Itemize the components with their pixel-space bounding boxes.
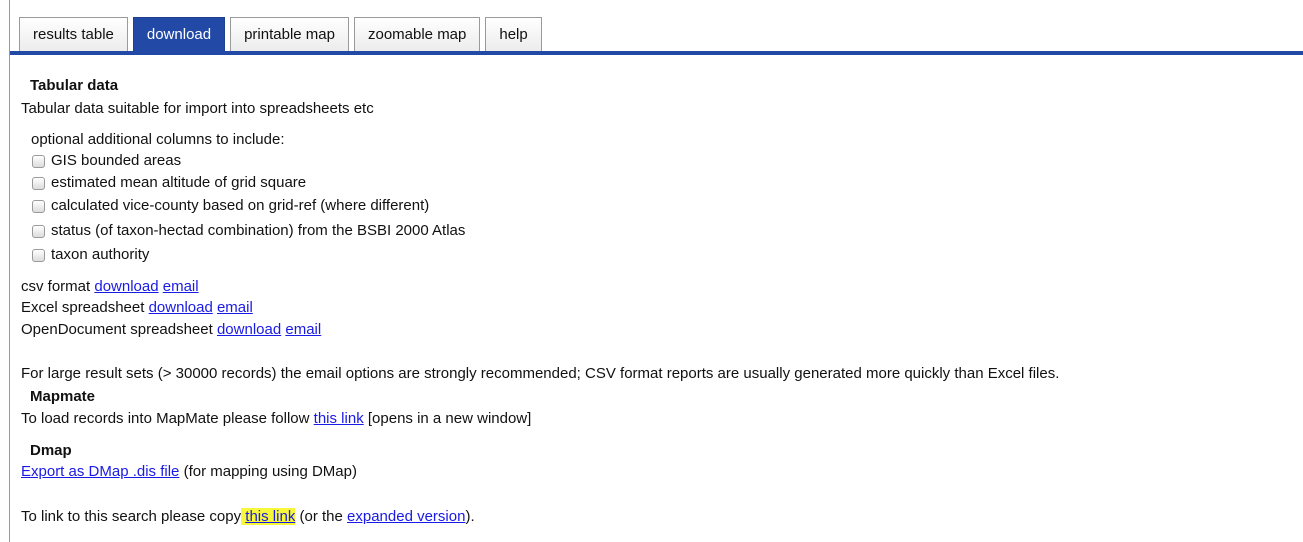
search-link-end: ). xyxy=(465,508,475,525)
search-link-middle: (or the xyxy=(299,508,343,525)
tabular-heading: Tabular data xyxy=(30,77,119,94)
tab-underline-bar xyxy=(10,51,1303,55)
tab-download[interactable]: download xyxy=(132,17,226,51)
option-label: status (of taxon-hectad combination) fro… xyxy=(51,222,466,239)
option-label: calculated vice-county based on grid-ref… xyxy=(51,197,430,214)
format-label: Excel spreadsheet xyxy=(21,299,145,316)
checkbox[interactable] xyxy=(32,224,45,238)
content-frame xyxy=(9,0,1303,542)
excel-download-link[interactable]: download xyxy=(149,299,213,316)
format-row-opendocument: OpenDocument spreadsheet download email xyxy=(21,320,321,340)
tab-results-table[interactable]: results table xyxy=(19,17,128,51)
option-mean-altitude[interactable]: estimated mean altitude of grid square xyxy=(32,173,306,193)
option-gis-bounded-areas[interactable]: GIS bounded areas xyxy=(32,151,181,171)
dmap-note: (for mapping using DMap) xyxy=(183,463,357,480)
optional-columns-label: optional additional columns to include: xyxy=(31,131,285,148)
dmap-heading: Dmap xyxy=(30,442,72,459)
opendocument-email-link[interactable]: email xyxy=(285,321,321,338)
checkbox[interactable] xyxy=(32,176,45,190)
mapmate-heading: Mapmate xyxy=(30,388,96,405)
option-label: GIS bounded areas xyxy=(51,152,182,169)
tabular-description: Tabular data suitable for import into sp… xyxy=(21,100,374,117)
csv-email-link[interactable]: email xyxy=(163,278,199,295)
checkbox[interactable] xyxy=(32,199,45,213)
tab-printable-map[interactable]: printable map xyxy=(230,17,349,51)
search-this-link[interactable]: this link xyxy=(245,508,295,525)
checkbox[interactable] xyxy=(32,248,45,262)
highlight: this link xyxy=(241,508,296,525)
csv-download-link[interactable]: download xyxy=(94,278,158,295)
tab-help[interactable]: help xyxy=(485,17,542,51)
format-row-excel: Excel spreadsheet download email xyxy=(21,298,253,318)
opendocument-download-link[interactable]: download xyxy=(217,321,281,338)
mapmate-row: To load records into MapMate please foll… xyxy=(21,409,531,429)
dmap-export-link[interactable]: Export as DMap .dis file xyxy=(21,463,179,480)
mapmate-note: [opens in a new window] xyxy=(367,410,532,427)
mapmate-link[interactable]: this link xyxy=(314,410,364,427)
expanded-version-link[interactable]: expanded version xyxy=(347,508,465,525)
option-atlas-status[interactable]: status (of taxon-hectad combination) fro… xyxy=(32,221,465,241)
option-vice-county[interactable]: calculated vice-county based on grid-ref… xyxy=(32,196,429,216)
search-link-row: To link to this search please copy this … xyxy=(21,507,475,527)
checkbox[interactable] xyxy=(32,154,45,168)
tab-zoomable-map[interactable]: zoomable map xyxy=(353,17,481,51)
option-taxon-authority[interactable]: taxon authority xyxy=(32,245,149,265)
option-label: taxon authority xyxy=(51,246,150,263)
search-link-text: To link to this search please copy xyxy=(21,508,242,525)
excel-email-link[interactable]: email xyxy=(217,299,253,316)
mapmate-text: To load records into MapMate please foll… xyxy=(21,410,310,427)
option-label: estimated mean altitude of grid square xyxy=(51,174,307,191)
format-label: csv format xyxy=(21,278,91,295)
dmap-row: Export as DMap .dis file (for mapping us… xyxy=(21,462,357,482)
format-label: OpenDocument spreadsheet xyxy=(21,321,213,338)
large-results-note: For large result sets (> 30000 records) … xyxy=(21,365,1060,382)
format-row-csv: csv format download email xyxy=(21,277,199,297)
tab-bar: results table download printable map zoo… xyxy=(19,17,542,52)
